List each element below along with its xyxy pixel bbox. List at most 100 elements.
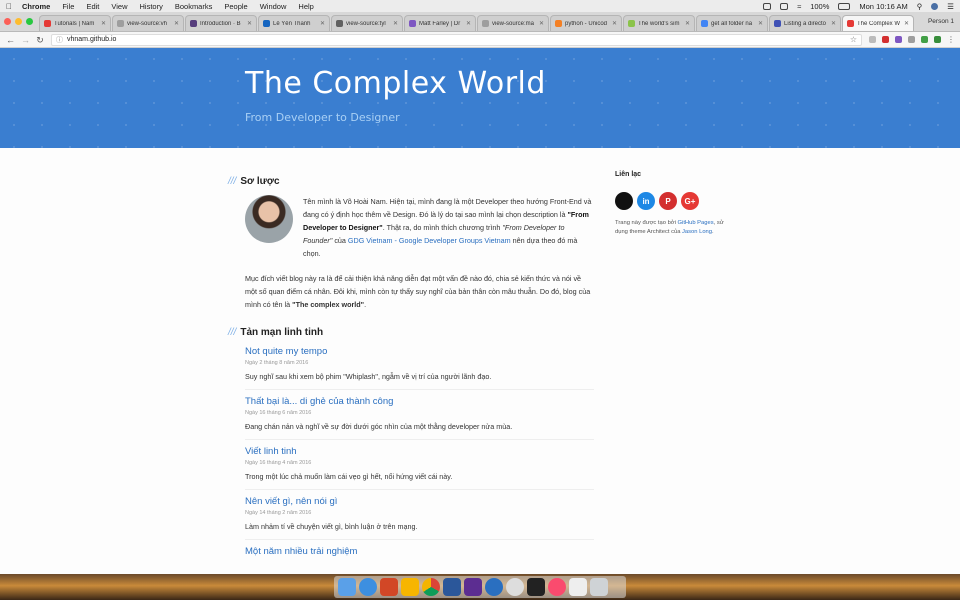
jason-long-link[interactable]: Jason Long: [682, 229, 712, 235]
maximize-window-icon[interactable]: [26, 17, 33, 25]
address-bar[interactable]: ⓘ vhnam.github.io ☆: [51, 33, 862, 46]
menu-view[interactable]: View: [111, 2, 127, 11]
post-date: Ngày 14 tháng 2 năm 2016: [245, 510, 312, 516]
clock[interactable]: Mon 10:16 AM: [859, 2, 907, 11]
profile-button[interactable]: Person 1: [928, 11, 954, 31]
chrome-menu-icon[interactable]: ⋮: [947, 36, 955, 44]
thunderbird-icon[interactable]: [485, 578, 503, 596]
sketch-icon[interactable]: [401, 578, 419, 596]
browser-tab[interactable]: view-source:vh ✕: [112, 15, 184, 31]
browser-tab[interactable]: view-source:tyl ✕: [331, 15, 403, 31]
browser-tab[interactable]: python - Unicod ✕: [550, 15, 622, 31]
menu-edit[interactable]: Edit: [86, 2, 99, 11]
linkedin-icon[interactable]: in: [637, 192, 655, 210]
extension-icon[interactable]: [869, 36, 876, 43]
section-marker-icon: ///: [228, 327, 237, 338]
status-icon[interactable]: [763, 2, 772, 10]
post-title-link[interactable]: Viết linh tinh: [245, 446, 594, 457]
menu-help[interactable]: Help: [298, 2, 313, 11]
back-icon[interactable]: ←: [6, 32, 15, 48]
browser-tab[interactable]: Listing a directo ✕: [769, 15, 841, 31]
menu-window[interactable]: Window: [260, 2, 287, 11]
github-pages-link[interactable]: GitHub Pages: [678, 220, 714, 226]
pinterest-icon[interactable]: P: [659, 192, 677, 210]
about-text: của: [332, 236, 348, 245]
gdg-vietnam-link[interactable]: GDG Vietnam - Google Developer Groups Vi…: [348, 236, 511, 245]
close-tab-icon[interactable]: ✕: [393, 20, 398, 27]
trash-icon[interactable]: [590, 578, 608, 596]
status-area: ≈ 100% Mon 10:16 AM ⚲ ☰: [763, 2, 954, 11]
extension-icon[interactable]: [921, 36, 928, 43]
powerpoint-icon[interactable]: [380, 578, 398, 596]
menu-history[interactable]: History: [140, 2, 163, 11]
site-title[interactable]: The Complex World: [245, 66, 546, 101]
word-icon[interactable]: [443, 578, 461, 596]
google-plus-icon[interactable]: G+: [681, 192, 699, 210]
chrome-icon[interactable]: [422, 578, 440, 596]
browser-tab[interactable]: Tutorials | Nam ✕: [39, 15, 111, 31]
post-date: Ngày 2 tháng 8 năm 2016: [245, 360, 309, 366]
forward-icon[interactable]: →: [21, 32, 30, 48]
close-tab-icon[interactable]: ✕: [247, 20, 252, 27]
browser-tab[interactable]: view-source:ma ✕: [477, 15, 549, 31]
close-tab-icon[interactable]: ✕: [320, 20, 325, 27]
close-tab-icon[interactable]: ✕: [685, 20, 690, 27]
user-avatar-icon[interactable]: [931, 2, 939, 10]
github-desktop-icon[interactable]: [506, 578, 524, 596]
window-controls: [4, 11, 33, 31]
browser-tab[interactable]: Matt Farley | Dr ✕: [404, 15, 476, 31]
menu-app-name[interactable]: Chrome: [22, 2, 50, 11]
documents-icon[interactable]: [569, 578, 587, 596]
tab-favicon-icon: [190, 20, 197, 27]
page-info-icon[interactable]: ⓘ: [56, 35, 63, 45]
github-icon[interactable]: [615, 192, 633, 210]
extension-icon[interactable]: [882, 36, 889, 43]
post-title-link[interactable]: Not quite my tempo: [245, 346, 594, 357]
post-item: Nên viết gì, nên nói gì Ngày 14 tháng 2 n…: [245, 490, 594, 540]
menu-bookmarks[interactable]: Bookmarks: [175, 2, 213, 11]
bookmark-star-icon[interactable]: ☆: [850, 35, 857, 44]
itunes-icon[interactable]: [548, 578, 566, 596]
finder-icon[interactable]: [338, 578, 356, 596]
menu-people[interactable]: People: [224, 2, 247, 11]
extension-icon[interactable]: [908, 36, 915, 43]
about-text: Tên mình là Võ Hoài Nam. Hiện tại, mình …: [303, 197, 592, 219]
notification-center-icon[interactable]: ☰: [947, 2, 954, 11]
reload-icon[interactable]: ↻: [36, 32, 44, 48]
close-tab-icon[interactable]: ✕: [612, 20, 617, 27]
extension-icon[interactable]: [895, 36, 902, 43]
address-url[interactable]: vhnam.github.io: [67, 36, 116, 43]
close-tab-icon[interactable]: ✕: [831, 20, 836, 27]
minimize-window-icon[interactable]: [15, 17, 22, 25]
close-tab-icon[interactable]: ✕: [758, 20, 763, 27]
battery-percent[interactable]: 100%: [810, 2, 829, 11]
tab-favicon-icon: [701, 20, 708, 27]
wifi-icon[interactable]: ≈: [797, 2, 801, 11]
browser-tab[interactable]: Introduction · B ✕: [185, 15, 257, 31]
browser-tab[interactable]: Lê Yên Thanh ✕: [258, 15, 330, 31]
close-tab-icon[interactable]: ✕: [904, 20, 909, 27]
post-title-link[interactable]: Thất bại là... di ghẻ của thành công: [245, 396, 594, 407]
browser-tab[interactable]: The world's sim ✕: [623, 15, 695, 31]
battery-icon[interactable]: [838, 2, 851, 10]
visual-studio-icon[interactable]: [464, 578, 482, 596]
extension-icon[interactable]: [934, 36, 941, 43]
tab-title: The Complex W: [857, 20, 901, 27]
close-tab-icon[interactable]: ✕: [466, 20, 471, 27]
author-avatar: [245, 195, 293, 243]
post-summary: Suy nghĩ sau khi xem bộ phim "Whiplash",…: [245, 372, 492, 381]
browser-tab[interactable]: The Complex W ✕: [842, 15, 914, 31]
safari-icon[interactable]: [359, 578, 377, 596]
close-tab-icon[interactable]: ✕: [174, 20, 179, 27]
terminal-icon[interactable]: [527, 578, 545, 596]
status-icon[interactable]: [780, 2, 789, 10]
post-title-link[interactable]: Nên viết gì, nên nói gì: [245, 496, 594, 507]
spotlight-search-icon[interactable]: ⚲: [917, 2, 923, 11]
close-window-icon[interactable]: [4, 17, 11, 25]
menu-file[interactable]: File: [62, 2, 74, 11]
close-tab-icon[interactable]: ✕: [539, 20, 544, 27]
close-tab-icon[interactable]: ✕: [101, 20, 106, 27]
post-title-link[interactable]: Một năm nhiều trải nghiệm: [245, 546, 594, 557]
browser-tab[interactable]: get all folder na ✕: [696, 15, 768, 31]
apple-menu-icon[interactable]: : [6, 2, 12, 11]
